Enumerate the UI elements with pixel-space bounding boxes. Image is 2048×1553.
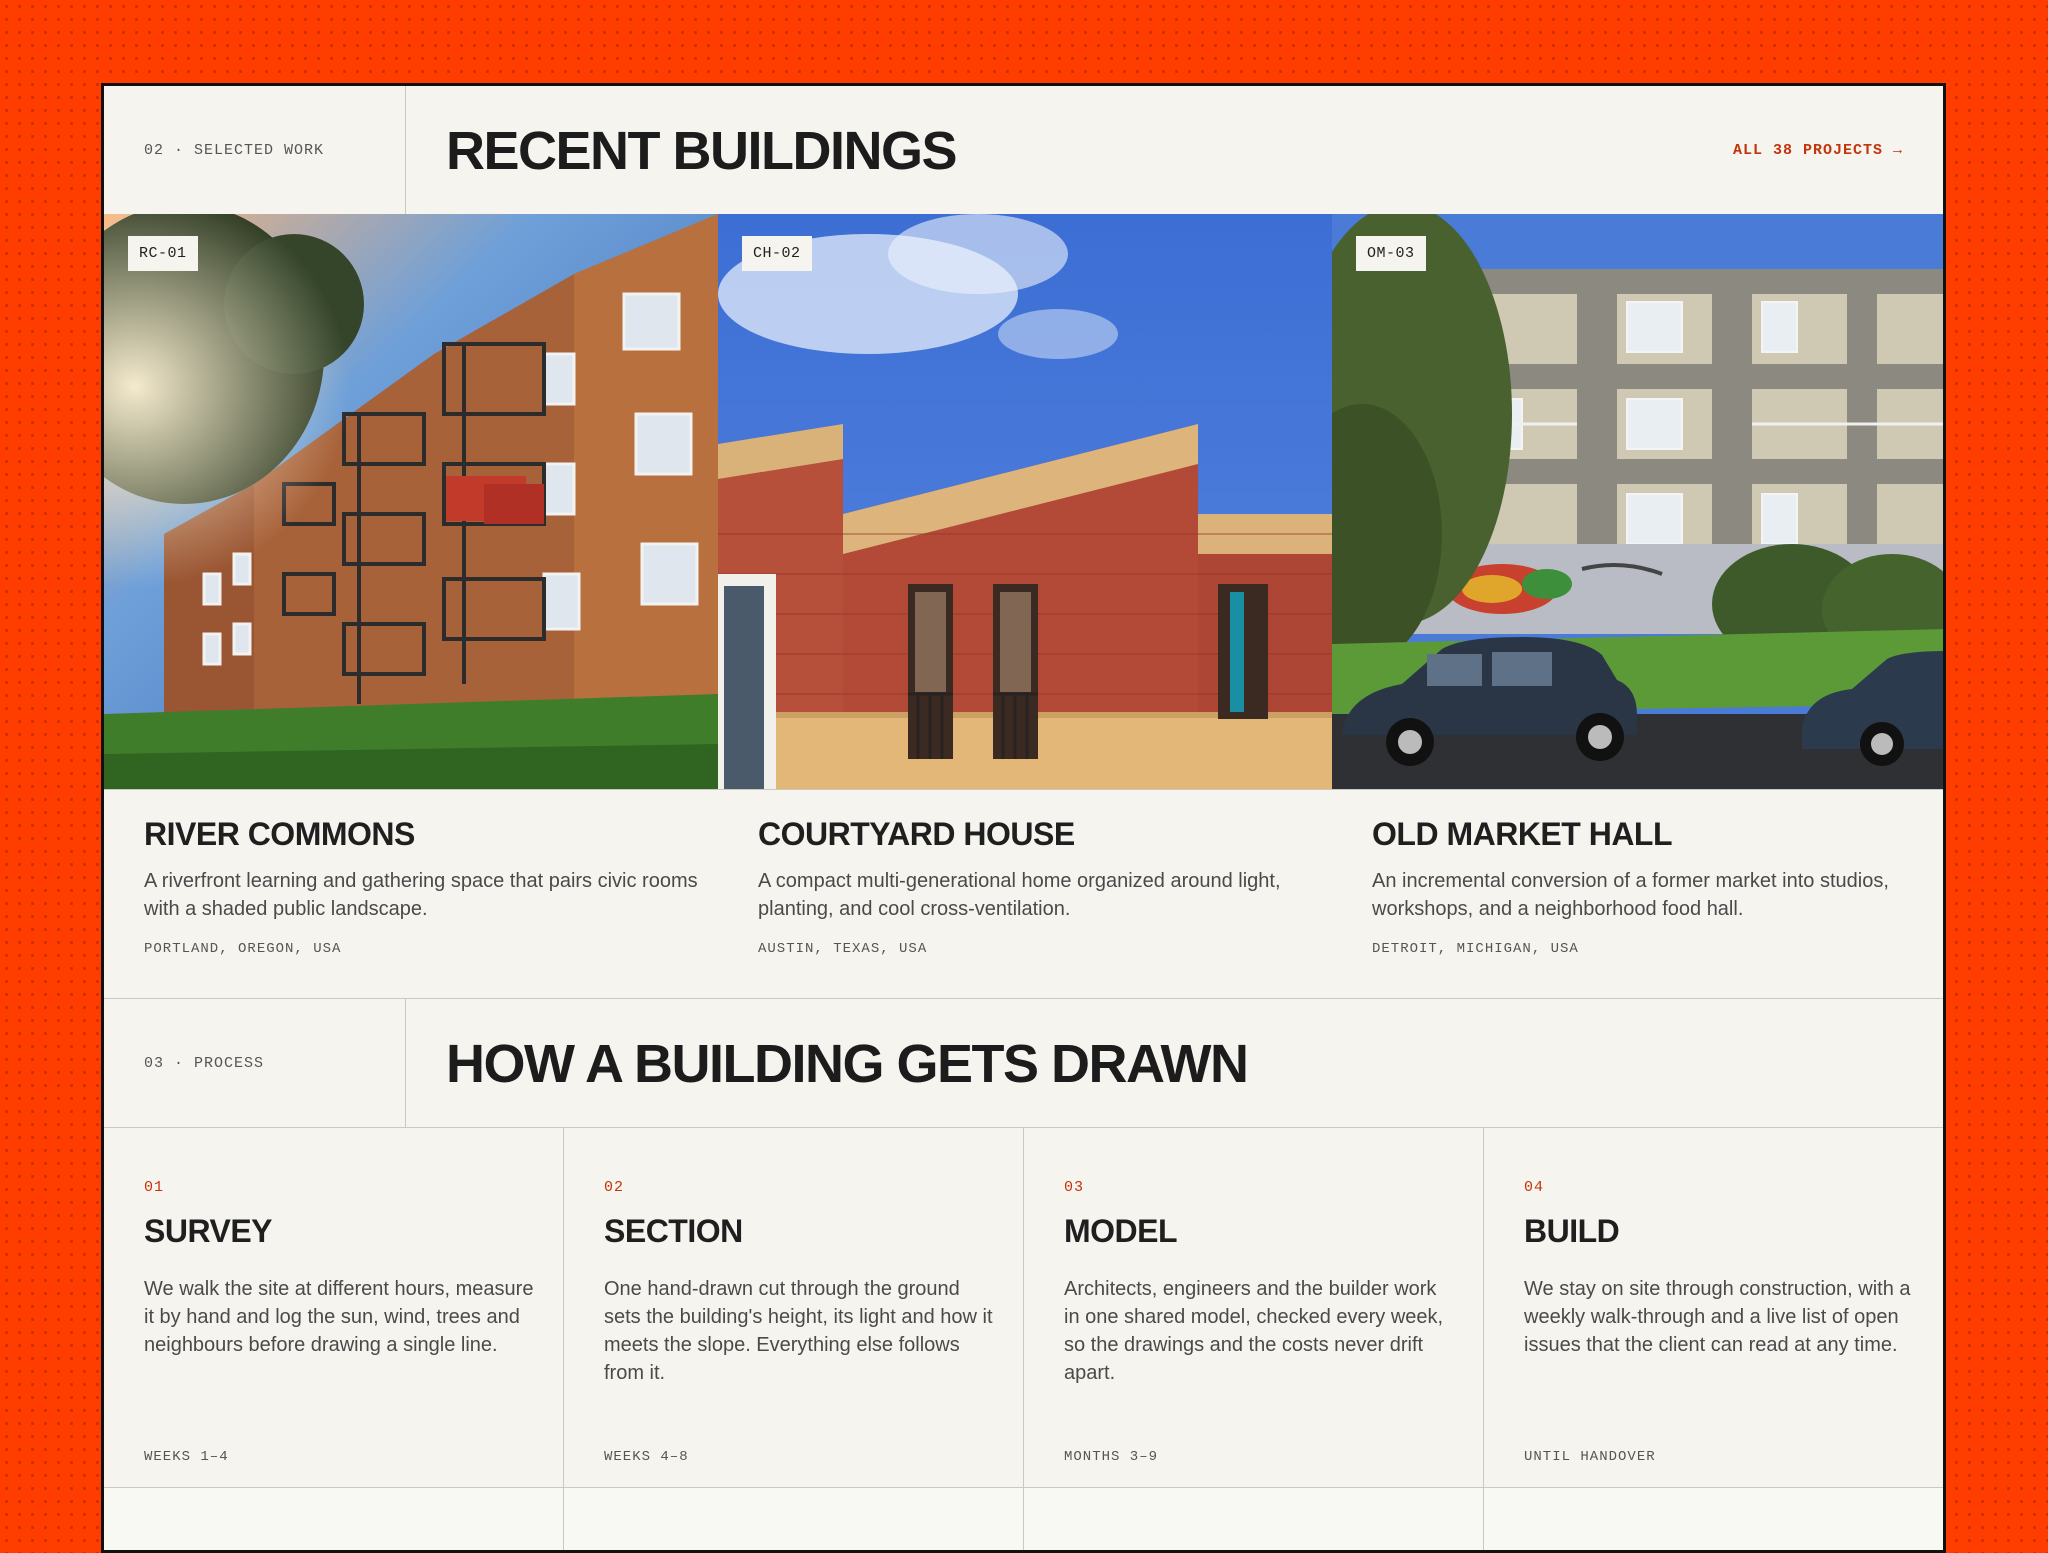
step-description: Architects, engineers and the builder wo… xyxy=(1064,1278,1444,1384)
next-row-peek xyxy=(104,1487,1943,1550)
project-card-river-commons[interactable]: RIVER COMMONS A riverfront learning and … xyxy=(144,816,704,957)
project-description: A compact multi-generational home organi… xyxy=(758,870,1281,920)
project-name: RIVER COMMONS xyxy=(144,816,415,852)
step-title: SURVEY xyxy=(144,1213,273,1249)
step-model: 03 MODEL Architects, engineers and the b… xyxy=(1024,1127,1484,1487)
step-section: 02 SECTION One hand-drawn cut through th… xyxy=(564,1127,1024,1487)
work-section-title: RECENT BUILDINGS xyxy=(446,121,958,181)
project-tag: CH-02 xyxy=(742,236,812,271)
step-title: BUILD xyxy=(1524,1213,1620,1249)
process-steps: 01 SURVEY We walk the site at different … xyxy=(104,1127,1943,1487)
project-description: An incremental conversion of a former ma… xyxy=(1372,870,1889,920)
step-number: 01 xyxy=(144,1179,165,1196)
project-photo-courtyard-house[interactable]: CH-02 xyxy=(718,214,1332,789)
step-title: SECTION xyxy=(604,1213,743,1249)
process-section-header: 03 · PROCESS HOW A BUILDING GETS DRAWN xyxy=(104,999,1943,1128)
project-photo-old-market-hall[interactable]: OM-03 xyxy=(1332,214,1943,789)
courtyard-house-image xyxy=(718,214,1332,789)
next-row-cell xyxy=(564,1488,1024,1550)
step-duration: WEEKS 1–4 xyxy=(144,1449,229,1465)
project-photos: RC-01 CH-02 OM-03 xyxy=(104,214,1943,790)
step-duration: UNTIL HANDOVER xyxy=(1524,1449,1656,1465)
step-build: 04 BUILD We stay on site through constru… xyxy=(1484,1127,1943,1487)
all-projects-link[interactable]: ALL 38 PROJECTS → xyxy=(1733,142,1903,159)
project-card-old-market-hall[interactable]: OLD MARKET HALL An incremental conversio… xyxy=(1372,816,1932,957)
project-name: OLD MARKET HALL xyxy=(1372,816,1673,852)
step-description: We stay on site through construction, wi… xyxy=(1524,1278,1911,1356)
project-tag: RC-01 xyxy=(128,236,198,271)
project-tag: OM-03 xyxy=(1356,236,1426,271)
step-number: 02 xyxy=(604,1179,625,1196)
process-section-title: HOW A BUILDING GETS DRAWN xyxy=(446,1034,1249,1094)
process-section-label: 03 · PROCESS xyxy=(144,1055,265,1072)
work-label-column: 02 · SELECTED WORK xyxy=(104,86,406,214)
old-market-hall-image xyxy=(1332,214,1943,789)
project-photo-river-commons[interactable]: RC-01 xyxy=(104,214,718,789)
project-card-courtyard-house[interactable]: COURTYARD HOUSE A compact multi-generati… xyxy=(758,816,1318,957)
page-frame: 02 · SELECTED WORK RECENT BUILDINGS ALL … xyxy=(101,83,1946,1553)
project-location: AUSTIN, TEXAS, USA xyxy=(758,941,928,957)
step-number: 03 xyxy=(1064,1179,1085,1196)
project-location: PORTLAND, OREGON, USA xyxy=(144,941,342,957)
river-commons-image xyxy=(104,214,718,789)
step-duration: WEEKS 4–8 xyxy=(604,1449,689,1465)
step-survey: 01 SURVEY We walk the site at different … xyxy=(104,1127,564,1487)
step-number: 04 xyxy=(1524,1179,1545,1196)
next-row-cell xyxy=(104,1488,564,1550)
next-row-cell xyxy=(1484,1488,1943,1550)
work-section-label: 02 · SELECTED WORK xyxy=(144,142,325,159)
step-description: We walk the site at different hours, mea… xyxy=(144,1278,534,1356)
work-section-header: 02 · SELECTED WORK RECENT BUILDINGS ALL … xyxy=(104,86,1943,215)
step-duration: MONTHS 3–9 xyxy=(1064,1449,1159,1465)
step-description: One hand-drawn cut through the ground se… xyxy=(604,1278,993,1384)
process-label-column: 03 · PROCESS xyxy=(104,999,406,1127)
next-row-cell xyxy=(1024,1488,1484,1550)
project-location: DETROIT, MICHIGAN, USA xyxy=(1372,941,1579,957)
project-description: A riverfront learning and gathering spac… xyxy=(144,870,698,920)
project-name: COURTYARD HOUSE xyxy=(758,816,1075,852)
step-title: MODEL xyxy=(1064,1213,1178,1249)
